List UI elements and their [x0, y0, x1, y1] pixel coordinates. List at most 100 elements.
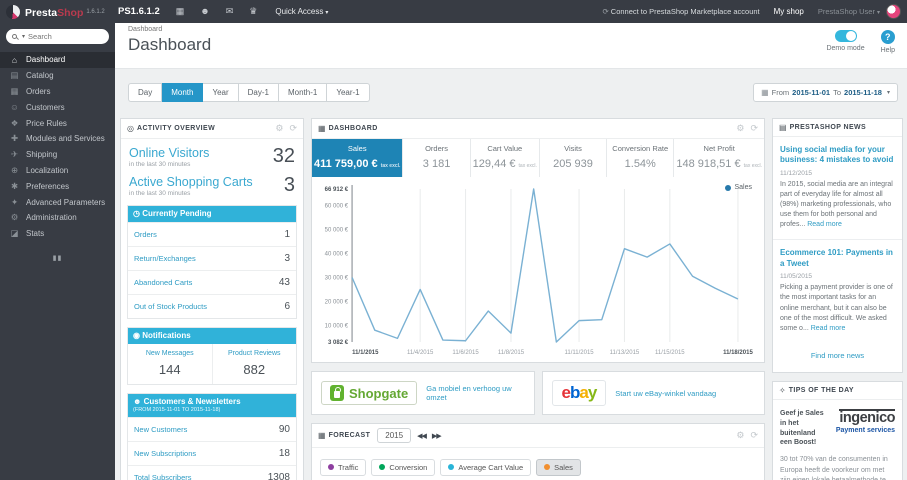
kpi-tab-sales[interactable]: Sales 411 759,00 € tax excl. [312, 139, 404, 177]
legend-dot-icon [448, 464, 455, 470]
my-shop-link[interactable]: My shop [774, 7, 804, 16]
news-article: Ecommerce 101: Payments in a Tweet 11/05/… [773, 239, 902, 342]
range-button-day[interactable]: Day [128, 83, 163, 102]
kpi-tab-conversion-rate[interactable]: Conversion Rate 1.54% [607, 139, 675, 177]
trophy-icon[interactable]: ♛ [249, 6, 257, 17]
chevron-down-icon[interactable]: ▾ [22, 33, 25, 40]
sync-icon: ⟳ [602, 7, 609, 16]
cart-icon[interactable]: ▦ [176, 6, 185, 17]
section-title: Notifications [142, 331, 191, 340]
refresh-icon[interactable]: ⟳ [750, 430, 758, 441]
range-button-month[interactable]: Month [162, 83, 204, 102]
forecast-legend-conversion[interactable]: Conversion [371, 458, 436, 476]
help-icon[interactable]: ? [880, 30, 895, 44]
row-out-of-stock-products[interactable]: Out of Stock Products 6 [128, 294, 296, 318]
row-abandoned-carts[interactable]: Abandoned Carts 43 [128, 270, 296, 294]
article-title[interactable]: Ecommerce 101: Payments in a Tweet [780, 248, 895, 269]
administration-icon: ⚙ [10, 212, 19, 223]
svg-text:10 000 €: 10 000 € [325, 323, 349, 329]
gear-icon[interactable]: ⚙ [736, 123, 744, 134]
read-more-link[interactable]: Read more [807, 221, 842, 228]
row-new-customers[interactable]: New Customers 90 [128, 416, 296, 441]
breadcrumb[interactable]: Dashboard [128, 26, 162, 33]
next-year-button[interactable]: ▶▶ [432, 432, 442, 440]
shopgate-banner[interactable]: Shopgate Ga mobiel en verhoog uw omzet [311, 371, 535, 415]
forecast-legend-sales[interactable]: Sales [536, 458, 581, 476]
refresh-icon[interactable]: ⟳ [750, 123, 758, 134]
forecast-legend-average-cart-value[interactable]: Average Cart Value [440, 458, 532, 476]
sidebar-item-catalog[interactable]: ▤ Catalog [0, 68, 115, 84]
svg-text:11/15/2015: 11/15/2015 [655, 350, 685, 356]
section-subtitle: (FROM 2015-11-01 TO 2015-11-18) [133, 407, 221, 413]
sidebar-item-customers[interactable]: ☺ Customers [0, 99, 115, 115]
sidebar-search[interactable]: ▾ [6, 29, 109, 44]
sidebar-item-shipping[interactable]: ✈ Shipping [0, 147, 115, 163]
sidebar-item-orders[interactable]: ▦ Orders [0, 84, 115, 100]
date-range-picker[interactable]: ▦ From 2015-11-01 To 2015-11-18 ▾ [753, 83, 898, 102]
row-label: Return/Exchanges [134, 254, 196, 263]
activity-stats: Online Visitors in the last 30 minutes 32 A… [121, 139, 303, 197]
row-new-subscriptions[interactable]: New Subscriptions 18 [128, 440, 296, 465]
kpi-tab-visits[interactable]: Visits 205 939 [540, 139, 608, 177]
range-button-month-1[interactable]: Month-1 [278, 83, 328, 102]
shop-name[interactable]: PS1.6.1.2 [118, 6, 160, 17]
mail-icon[interactable]: ✉ [226, 6, 234, 17]
marketplace-link[interactable]: ⟳ Connect to PrestaShop Marketplace accou… [602, 7, 759, 16]
ebay-tagline-link[interactable]: Start uw eBay-winkel vandaag [615, 389, 716, 398]
previous-year-button[interactable]: ◀◀ [417, 432, 427, 440]
collapse-menu-button[interactable]: ▮▮ [0, 254, 115, 262]
kpi-tab-orders[interactable]: Orders 3 181 [403, 139, 471, 177]
activity-overview-panel: ◎ ACTIVITY OVERVIEW ⚙ ⟳ Online Visitors in… [120, 118, 304, 480]
row-value: 90 [278, 423, 290, 435]
read-more-link[interactable]: Read more [811, 325, 846, 332]
stat-value: 32 [272, 145, 295, 167]
gear-icon[interactable]: ⚙ [275, 123, 283, 134]
metric-product-reviews[interactable]: Product Reviews 882 [211, 344, 297, 384]
partner-banners: Shopgate Ga mobiel en verhoog uw omzet e… [311, 371, 765, 423]
article-title[interactable]: Using social media for your business: 4 … [780, 145, 895, 166]
metric-value: 882 [243, 362, 266, 377]
range-button-year-1[interactable]: Year-1 [327, 83, 370, 102]
range-button-day-1[interactable]: Day-1 [238, 83, 279, 102]
localization-icon: ⊕ [10, 164, 19, 175]
sidebar-item-price-rules[interactable]: ❖ Price Rules [0, 115, 115, 131]
gear-icon[interactable]: ⚙ [736, 430, 744, 441]
find-more-news-link[interactable]: Find more news [773, 343, 902, 372]
cart-icon: ▦ [318, 124, 326, 133]
shopgate-tagline-link[interactable]: Ga mobiel en verhoog uw omzet [426, 384, 524, 402]
user-icon[interactable]: ☻ [200, 6, 209, 17]
sales-chart: Sales 66 912 € 60 000 € 50 000 € 40 000 € 30… [312, 177, 764, 362]
row-orders[interactable]: Orders 1 [128, 222, 296, 246]
row-total-subscribers[interactable]: Total Subscribers 1308 [128, 464, 296, 480]
demo-mode-toggle[interactable] [834, 30, 857, 42]
kpi-label: Conversion Rate [612, 144, 669, 153]
kpi-suffix: tax excl. [380, 163, 401, 169]
prestashop-logo[interactable]: PrestaShop 1.6.1.2 [0, 3, 112, 21]
sidebar-item-localization[interactable]: ⊕ Localization [0, 163, 115, 179]
row-return-exchanges[interactable]: Return/Exchanges 3 [128, 246, 296, 270]
orders-icon: ▦ [10, 85, 19, 96]
sidebar-item-preferences[interactable]: ✱ Preferences [0, 178, 115, 194]
legend-dot-icon [725, 184, 732, 191]
ebay-banner[interactable]: ebay Start uw eBay-winkel vandaag [541, 371, 765, 415]
metric-new-messages[interactable]: New Messages 144 [128, 344, 212, 384]
search-input[interactable] [28, 32, 103, 41]
quick-access-menu[interactable]: Quick Access ▾ [275, 7, 328, 16]
bell-icon: ◉ [133, 331, 143, 340]
ingenico-logo: ingenico Payment services [835, 408, 895, 434]
sidebar-item-administration[interactable]: ⚙ Administration [0, 210, 115, 226]
refresh-icon[interactable]: ⟳ [289, 123, 297, 134]
kpi-tab-cart-value[interactable]: Cart Value 129,44 € tax excl. [471, 139, 540, 177]
sidebar-item-advanced-parameters[interactable]: ✦ Advanced Parameters [0, 194, 115, 210]
range-button-year[interactable]: Year [203, 83, 239, 102]
sidebar-item-stats[interactable]: ◪ Stats [0, 226, 115, 242]
forecast-legend-traffic[interactable]: Traffic [320, 458, 367, 476]
kpi-tab-net-profit[interactable]: Net Profit 148 918,51 € tax excl. [674, 139, 764, 177]
forecast-year-button[interactable]: 2015 [377, 428, 412, 443]
activity-stat-active-shopping-carts: Active Shopping Carts in the last 30 minu… [121, 168, 303, 197]
demo-mode-label: Demo mode [826, 45, 865, 52]
avatar[interactable] [886, 4, 901, 19]
sidebar-item-dashboard[interactable]: ⌂ Dashboard [0, 52, 115, 68]
user-menu[interactable]: PrestaShop User ▾ [818, 7, 880, 16]
sidebar-item-modules-and-services[interactable]: ✚ Modules and Services [0, 131, 115, 147]
